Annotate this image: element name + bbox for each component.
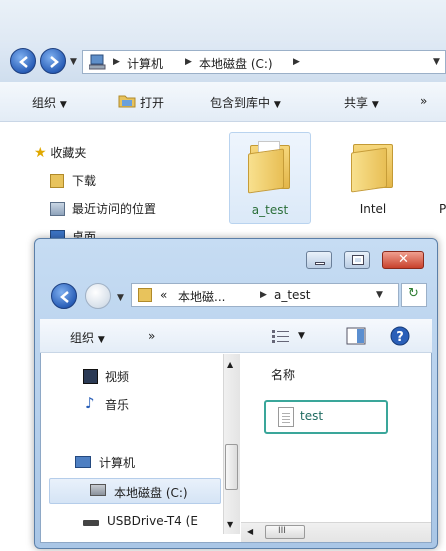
- back-content-pane: a_test Intel P: [215, 122, 446, 242]
- folder-icon: [351, 138, 395, 193]
- music-library-icon: ♪: [85, 394, 95, 412]
- recent-pages-chevron-icon[interactable]: ▼: [117, 293, 124, 303]
- video-library-icon: [83, 369, 98, 384]
- minimize-button[interactable]: [306, 251, 332, 269]
- address-dropdown-chevron-icon[interactable]: ▼: [376, 290, 383, 300]
- column-header-name[interactable]: 名称: [271, 366, 295, 383]
- open-button[interactable]: 打开: [140, 94, 164, 111]
- nav-item-computer[interactable]: 计算机: [75, 454, 135, 471]
- breadcrumb-a-test[interactable]: a_test: [274, 288, 310, 302]
- front-content-pane: 名称: [241, 354, 431, 542]
- folder-tile-a-test[interactable]: a_test: [229, 132, 311, 224]
- computer-icon: [75, 456, 91, 468]
- text-file-icon: [278, 407, 294, 427]
- view-options-icon[interactable]: [272, 329, 290, 343]
- breadcrumb-computer[interactable]: 计算机: [127, 55, 163, 72]
- svg-text:?: ?: [396, 330, 404, 345]
- scroll-down-arrow-icon[interactable]: ▼: [227, 520, 233, 529]
- more-commands-button[interactable]: »: [420, 94, 427, 108]
- breadcrumb-overflow[interactable]: «: [160, 288, 167, 302]
- front-command-bar: 组织 ▼ » ▼ ?: [40, 319, 432, 353]
- folder-icon: [248, 139, 292, 194]
- open-folder-icon: [118, 95, 136, 108]
- front-back-button[interactable]: [51, 283, 77, 309]
- front-navigation-pane: 视频 ♪ 音乐 计算机 本地磁盘 (C:) USBDrive-T4 (E: [41, 354, 221, 542]
- refresh-icon: ↻: [408, 286, 419, 301]
- nav-item-local-disk[interactable]: 本地磁盘 (C:): [49, 478, 221, 504]
- local-disk-icon: [90, 484, 106, 496]
- folder-tile-p-partial[interactable]: P: [439, 202, 446, 216]
- maximize-icon: [352, 255, 364, 265]
- organize-menu[interactable]: 组织 ▼: [32, 94, 67, 111]
- scroll-left-arrow-icon[interactable]: ◀: [247, 527, 253, 536]
- download-folder-icon: [50, 174, 64, 188]
- nav-item-recent-places[interactable]: 最近访问的位置: [50, 200, 156, 217]
- breadcrumb-local-disk[interactable]: 本地磁...: [178, 288, 225, 305]
- help-icon[interactable]: ?: [390, 326, 410, 346]
- folder-location-icon: [138, 288, 152, 302]
- share-menu[interactable]: 共享 ▼: [344, 94, 379, 111]
- usb-drive-icon: [83, 520, 99, 526]
- more-commands-button[interactable]: »: [148, 329, 155, 343]
- back-arrow-icon: [19, 56, 28, 68]
- file-item-test[interactable]: test: [264, 400, 388, 434]
- close-button[interactable]: ✕: [382, 251, 424, 269]
- recent-pages-chevron-icon[interactable]: ▼: [70, 57, 77, 67]
- back-command-bar: 组织 ▼ 打开 包含到库中 ▼ 共享 ▼ »: [0, 82, 446, 122]
- nav-item-music[interactable]: ♪ 音乐: [83, 394, 129, 413]
- preview-pane-icon[interactable]: [346, 327, 366, 345]
- nav-item-favorites[interactable]: ★ 收藏夹: [34, 144, 86, 161]
- star-icon: ★: [34, 145, 47, 161]
- nav-item-usb-drive[interactable]: USBDrive-T4 (E: [83, 514, 198, 528]
- maximize-button[interactable]: [344, 251, 370, 269]
- back-window-titlebar: [0, 0, 446, 42]
- back-address-row: ▼ ▶ 计算机 ▶ 本地磁盘 (C:) ▶ ▼: [0, 42, 446, 82]
- folder-tile-intel[interactable]: Intel: [333, 132, 413, 224]
- scroll-up-arrow-icon[interactable]: ▲: [227, 360, 233, 369]
- nav-item-videos[interactable]: 视频: [83, 368, 129, 385]
- front-forward-button[interactable]: [85, 283, 111, 309]
- content-scrollbar-thumb[interactable]: III: [265, 525, 305, 539]
- back-address-bar[interactable]: ▶ 计算机 ▶ 本地磁盘 (C:) ▶ ▼: [82, 50, 446, 74]
- breadcrumb-local-disk[interactable]: 本地磁盘 (C:): [199, 55, 273, 72]
- recent-places-icon: [50, 202, 65, 216]
- breadcrumb-separator: ▶: [185, 57, 192, 67]
- organize-menu[interactable]: 组织 ▼: [70, 329, 105, 346]
- nav-item-downloads[interactable]: 下载: [50, 172, 96, 189]
- forward-arrow-icon: [50, 56, 59, 68]
- forward-button[interactable]: [40, 48, 66, 74]
- breadcrumb-separator: ▶: [260, 290, 267, 300]
- nav-scrollbar-thumb[interactable]: [225, 444, 238, 490]
- breadcrumb-separator: ▶: [293, 57, 300, 67]
- breadcrumb-separator: ▶: [113, 57, 120, 67]
- back-arrow-icon: [60, 291, 69, 303]
- minimize-icon: [315, 262, 325, 265]
- back-button[interactable]: [10, 48, 36, 74]
- computer-location-icon: [89, 54, 106, 70]
- close-icon: ✕: [398, 252, 409, 267]
- front-address-bar[interactable]: « 本地磁... ▶ a_test ▼: [131, 283, 399, 307]
- view-options-chevron-icon[interactable]: ▼: [298, 331, 305, 341]
- address-dropdown-chevron-icon[interactable]: ▼: [433, 57, 440, 67]
- refresh-button[interactable]: ↻: [401, 283, 427, 307]
- include-in-library-menu[interactable]: 包含到库中 ▼: [210, 94, 281, 111]
- explorer-window-front: ✕ ▼ « 本地磁... ▶ a_test ▼ ↻ 组织 ▼ » ▼ ? 视频 …: [34, 238, 438, 549]
